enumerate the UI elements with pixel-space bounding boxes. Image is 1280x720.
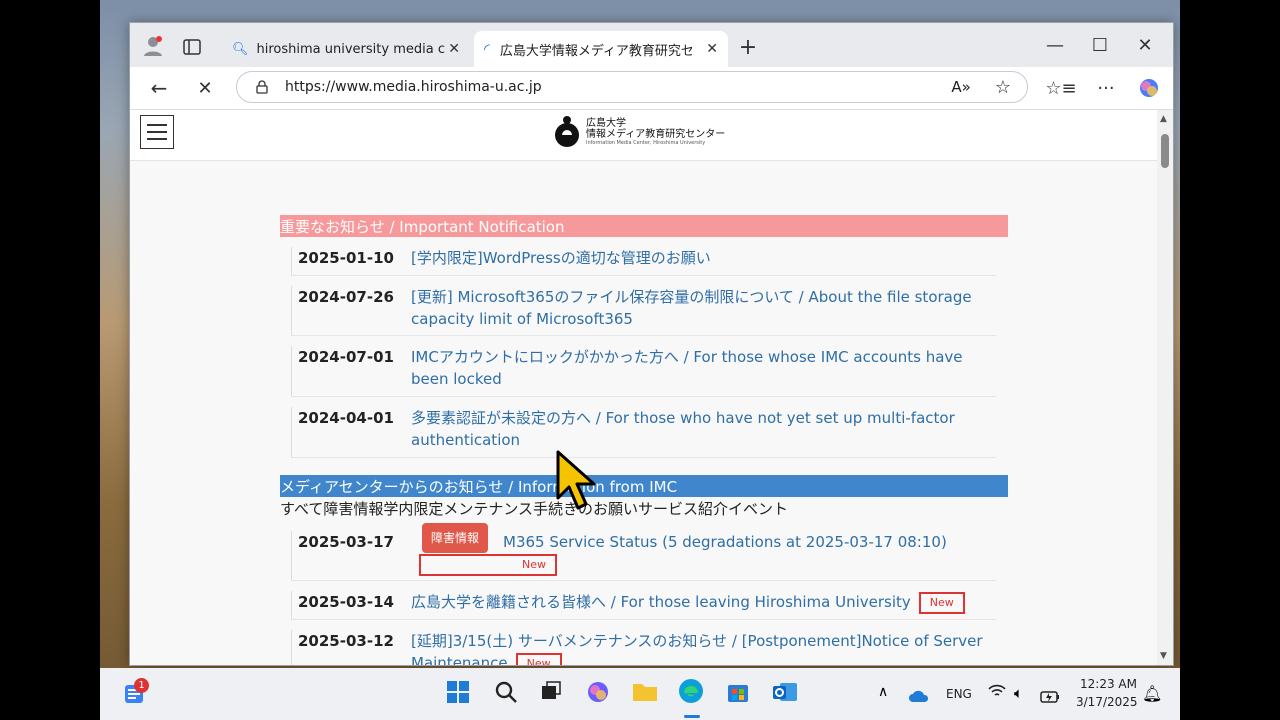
item-date: 2025-03-14 [298,593,394,611]
scroll-up-arrow[interactable]: ▲ [1160,114,1167,124]
onedrive-icon[interactable] [908,684,930,708]
battery-icon[interactable] [1040,685,1060,709]
tab-bar: 🔍︎ hiroshima university media cente ✕ ◜ … [130,23,1173,67]
item-date: 2024-07-01 [298,348,394,366]
browser-window: 🔍︎ hiroshima university media cente ✕ ◜ … [129,22,1174,666]
tab-title: hiroshima university media cente [256,41,445,57]
clock-date[interactable]: 3/17/2025 [1076,695,1138,709]
store-icon[interactable] [726,680,750,709]
notification-bell-icon[interactable]: 🔔︎ [1142,684,1162,703]
item-date: 2025-03-17 [298,533,394,551]
read-aloud-icon[interactable]: A» [951,78,970,96]
tab-title: 広島大学情報メディア教育研究セン [499,43,692,59]
item-link[interactable]: 広島大学を離籍される皆様へ / For those leaving Hirosh… [411,591,995,614]
address-bar[interactable]: https://www.media.hiroshima-u.ac.jp A» ☆ [236,71,1028,103]
important-heading: 重要なお知らせ / Important Notification [280,215,1008,237]
maximize-button[interactable]: ☐ [1080,31,1120,59]
logo-mark-icon [555,116,579,147]
wifi-icon[interactable] [988,684,1006,702]
minimize-button[interactable]: — [1035,31,1075,59]
item-date: 2025-03-12 [298,632,394,650]
list-item: 2024-07-01 IMCアカウントにロックがかかった方へ / For tho… [291,346,996,397]
item-date: 2024-07-26 [298,288,394,306]
item-link-text[interactable]: 広島大学を離籍される皆様へ / For those leaving Hirosh… [411,593,911,611]
close-window-button[interactable]: ✕ [1125,31,1165,59]
list-item: 2024-04-01 多要素認証が未設定の方へ / For those who … [291,407,996,458]
scrollbar[interactable]: ▲ ▼ [1157,110,1173,665]
outlook-icon[interactable] [772,680,798,709]
more-menu-icon[interactable]: ··· [1093,75,1119,101]
notification-count-badge: 1 [134,678,149,693]
scroll-down-arrow[interactable]: ▼ [1160,651,1167,661]
taskbar: 1 ∧ ENG 🔈︎ 12:23 AM 3/17/2025 🔔︎ [100,668,1180,720]
file-explorer-icon[interactable] [632,680,658,707]
list-item: 2024-07-26 [更新] Microsoft365のファイル保存容量の制限… [291,286,996,336]
loading-icon: ◜ [484,40,490,58]
task-view-icon[interactable] [540,680,562,707]
chevron-up-icon[interactable]: ∧ [878,684,888,700]
volume-icon[interactable]: 🔈︎ [1014,684,1023,702]
mouse-cursor-icon [556,450,596,510]
url-text[interactable]: https://www.media.hiroshima-u.ac.jp [285,79,542,95]
site-header: 広島大学 情報メディア教育研究センター Information Media Ce… [130,110,1157,161]
new-tab-button[interactable]: + [736,35,760,60]
item-link[interactable]: [更新] Microsoft365のファイル保存容量の制限について / Abou… [411,286,995,330]
list-item: 2025-03-12 [延期]3/15(土) サーバメンテナンスのお知らせ / … [291,630,996,665]
imc-heading-text: メディアセンターからのお知らせ / Information from IMC [280,477,678,496]
imc-heading: メディアセンターからのお知らせ / Information from IMC [280,475,1008,497]
category-filters[interactable]: すべて障害情報学内限定メンテナンス手続きのお願いサービス紹介イベント [280,498,788,519]
copilot-icon[interactable] [1136,75,1162,101]
favorites-icon[interactable]: ☆≡ [1045,75,1076,101]
favorite-star-icon[interactable]: ☆ [995,77,1011,98]
tab-active[interactable]: ◜ 広島大学情報メディア教育研究セン ✕ [474,31,728,67]
item-link[interactable]: 多要素認証が未設定の方へ / For those who have not ye… [411,407,995,451]
new-badge: New [918,591,965,614]
lock-icon [255,80,269,94]
scroll-thumb[interactable] [1161,134,1169,168]
language-indicator[interactable]: ENG [946,687,972,701]
item-link-text[interactable]: [延期]3/15(土) サーバメンテナンスのお知らせ / [Postponeme… [411,632,983,665]
vertical-tabs-icon[interactable] [180,35,204,59]
search-icon: 🔍︎ [232,41,249,57]
list-item: 2025-03-17 障害情報 M365 Service Status (5 d… [291,523,996,581]
logo-line3: Information Media Center, Hiroshima Univ… [586,139,706,146]
item-link[interactable]: M365 Service Status (5 degradations at 2… [411,531,995,576]
edge-icon[interactable] [678,678,704,709]
copilot-taskbar-icon[interactable] [586,680,610,709]
site-logo[interactable]: 広島大学 情報メディア教育研究センター Information Media Ce… [554,116,725,148]
item-link-text[interactable]: M365 Service Status (5 degradations at 2… [503,533,947,551]
search-icon[interactable] [494,680,518,709]
item-link[interactable]: IMCアカウントにロックがかかった方へ / For those whose IM… [411,346,995,390]
logo-line1: 広島大学 [586,117,626,129]
list-item: 2025-03-14 広島大学を離籍される皆様へ / For those lea… [291,591,996,620]
item-link[interactable]: [延期]3/15(土) サーバメンテナンスのお知らせ / [Postponeme… [411,630,995,665]
close-icon[interactable]: ✕ [706,41,718,57]
new-badge: New [419,553,557,576]
item-date: 2025-01-10 [298,249,394,267]
new-badge: New [515,652,562,665]
back-icon[interactable]: ← [146,75,172,101]
important-heading-text: 重要なお知らせ / Important Notification [280,217,565,236]
item-date: 2024-04-01 [298,409,394,427]
tab-search[interactable]: 🔍︎ hiroshima university media cente ✕ [222,31,470,67]
profile-icon[interactable] [140,33,166,59]
page-viewport: 広島大学 情報メディア教育研究センター Information Media Ce… [130,110,1157,665]
list-item: 2025-01-10 [学内限定]WordPressの適切な管理のお願い [291,247,996,276]
logo-line2: 情報メディア教育研究センター [586,129,726,141]
close-icon[interactable]: ✕ [448,41,460,57]
clock-time[interactable]: 12:23 AM [1080,677,1137,691]
start-icon[interactable] [446,680,470,709]
address-toolbar: ← ✕ https://www.media.hiroshima-u.ac.jp … [130,67,1173,110]
item-link[interactable]: [学内限定]WordPressの適切な管理のお願い [411,247,995,269]
stop-loading-icon[interactable]: ✕ [192,75,218,101]
active-app-indicator [684,715,700,718]
menu-icon[interactable] [140,115,174,149]
